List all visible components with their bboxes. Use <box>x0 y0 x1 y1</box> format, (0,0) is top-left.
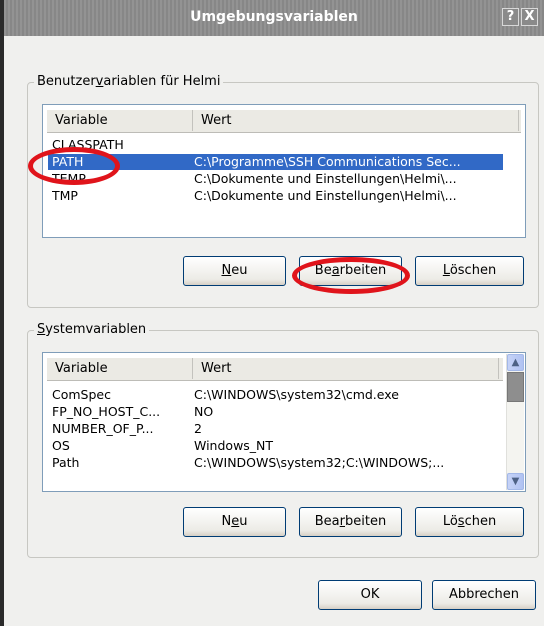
scroll-thumb[interactable] <box>507 372 524 402</box>
variable-value: C:\Dokumente und Einstellungen\Helmi\... <box>194 188 457 203</box>
path-highlight-ring <box>28 147 120 185</box>
column-header-value[interactable]: Wert <box>193 110 519 131</box>
system-variables-list[interactable]: Variable Wert ComSpec C:\WINDOWS\system3… <box>42 352 526 492</box>
scroll-down-arrow-icon[interactable]: ▼ <box>507 473 524 490</box>
edit-highlight-ring <box>292 257 410 294</box>
variable-value: C:\Dokumente und Einstellungen\Helmi\... <box>194 171 457 186</box>
user-new-button[interactable]: Neu <box>183 256 286 286</box>
list-item[interactable]: TMP C:\Dokumente und Einstellungen\Helmi… <box>48 188 503 204</box>
column-header-value[interactable]: Wert <box>193 358 499 379</box>
system-delete-button[interactable]: Löschen <box>415 507 524 537</box>
ok-button[interactable]: OK <box>318 580 422 610</box>
variable-name: Path <box>52 455 80 470</box>
system-list-scrollbar[interactable]: ▲ ▼ <box>506 354 524 490</box>
column-header-variable[interactable]: Variable <box>47 358 193 379</box>
system-new-button[interactable]: Neu <box>183 507 286 537</box>
user-delete-button[interactable]: Löschen <box>415 256 524 286</box>
environment-variables-dialog: Umgebungsvariablen ? X Benutzervariablen… <box>0 0 544 626</box>
variable-value: C:\WINDOWS\system32\cmd.exe <box>194 387 399 402</box>
column-header-variable[interactable]: Variable <box>47 110 193 131</box>
variable-name: FP_NO_HOST_C... <box>52 404 161 419</box>
system-variables-legend: Systemvariablen <box>34 322 150 337</box>
user-variables-header: Variable Wert <box>47 109 521 133</box>
list-item[interactable]: NUMBER_OF_P... 2 <box>48 421 488 437</box>
system-edit-button[interactable]: Bearbeiten <box>299 507 402 537</box>
list-item[interactable]: Path C:\WINDOWS\system32;C:\WINDOWS;... <box>48 455 488 471</box>
variable-name: ComSpec <box>52 387 111 402</box>
variable-value: C:\WINDOWS\system32;C:\WINDOWS;... <box>194 455 445 470</box>
list-item[interactable]: CLASSPATH <box>48 137 503 153</box>
variable-name: NUMBER_OF_P... <box>52 421 154 436</box>
variable-value: NO <box>194 404 214 419</box>
window-title: Umgebungsvariablen <box>190 9 358 25</box>
list-item[interactable]: OS Windows_NT <box>48 438 488 454</box>
system-variables-header: Variable Wert <box>47 357 503 381</box>
variable-value: 2 <box>194 421 202 436</box>
variable-name: OS <box>52 438 70 453</box>
scroll-up-arrow-icon[interactable]: ▲ <box>507 354 524 371</box>
list-item[interactable]: ComSpec C:\WINDOWS\system32\cmd.exe <box>48 387 488 403</box>
variable-name: TMP <box>52 188 78 203</box>
close-button[interactable]: X <box>521 8 538 26</box>
variable-value: Windows_NT <box>194 438 274 453</box>
title-bar: Umgebungsvariablen ? X <box>4 0 544 36</box>
help-button[interactable]: ? <box>502 8 519 26</box>
variable-value: C:\Programme\SSH Communications Sec... <box>194 154 461 169</box>
list-item[interactable]: FP_NO_HOST_C... NO <box>48 404 488 420</box>
cancel-button[interactable]: Abbrechen <box>432 580 536 610</box>
user-variables-legend: Benutzervariablen für Helmi <box>34 74 224 89</box>
